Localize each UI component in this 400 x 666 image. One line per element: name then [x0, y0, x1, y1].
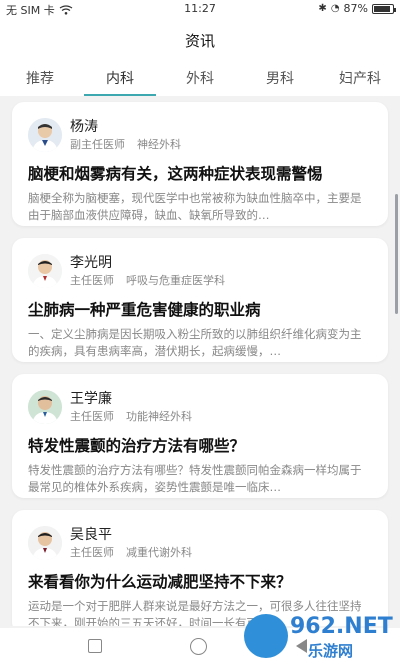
doctor-meta: 主任医师 功能神经外科 — [70, 408, 192, 424]
recent-apps-icon[interactable] — [88, 639, 102, 653]
tab-internal-medicine[interactable]: 内科 — [80, 60, 160, 96]
article-card[interactable]: 吴良平 主任医师 减重代谢外科 来看看你为什么运动减肥坚持不下来？ 运动是一个对… — [12, 510, 388, 626]
doctor-name: 李光明 — [70, 255, 112, 271]
doctor-title: 主任医师 — [70, 410, 114, 423]
avatar[interactable] — [28, 254, 62, 288]
article-summary: 一、定义尘肺病是因长期吸入粉尘所致的以肺组织纤维化病变为主的疾病，具有患病率高，… — [28, 327, 362, 358]
tab-obstetrics-gynecology[interactable]: 妇产科 — [320, 60, 400, 96]
article-title[interactable]: 脑梗和烟雾病有关，这两种症状表现需警惕 — [28, 162, 374, 184]
article-summary: 特发性震颤的治疗方法有哪些？特发性震颤同帕金森病一样均属于最常见的椎体外系疾病，… — [28, 463, 362, 494]
doctor-meta: 副主任医师 神经外科 — [70, 136, 181, 152]
app-header: 资讯 — [0, 18, 400, 60]
doctor-department: 呼吸与危重症医学科 — [126, 274, 225, 287]
battery-icon — [372, 3, 396, 14]
article-title[interactable]: 来看看你为什么运动减肥坚持不下来？ — [28, 570, 374, 592]
doctor-title: 副主任医师 — [70, 138, 125, 151]
article-card[interactable]: 杨涛 副主任医师 神经外科 脑梗和烟雾病有关，这两种症状表现需警惕 脑梗全称为脑… — [12, 102, 388, 226]
doctor-department: 功能神经外科 — [126, 410, 192, 423]
home-icon[interactable] — [190, 638, 207, 655]
status-bar: 无 SIM 卡 11:27 ✱ ◔ 87% — [0, 0, 400, 18]
alarm-icon: ◔ — [330, 3, 340, 14]
article-list: 杨涛 副主任医师 神经外科 脑梗和烟雾病有关，这两种症状表现需警惕 脑梗全称为脑… — [0, 96, 400, 626]
doctor-title: 主任医师 — [70, 546, 114, 559]
battery-percent: 87% — [343, 2, 368, 15]
tab-andrology[interactable]: 男科 — [240, 60, 320, 96]
doctor-department: 减重代谢外科 — [126, 546, 192, 559]
article-title[interactable]: 尘肺病一种严重危害健康的职业病 — [28, 298, 374, 320]
article-title[interactable]: 特发性震颤的治疗方法有哪些？ — [28, 434, 374, 456]
doctor-department: 神经外科 — [137, 138, 181, 151]
tab-surgery[interactable]: 外科 — [160, 60, 240, 96]
page-title: 资讯 — [184, 32, 215, 50]
article-summary: 脑梗全称为脑梗塞，现代医学中也常被称为缺血性脑卒中，主要是由于脑部血液供应障碍，… — [28, 191, 362, 222]
watermark-text: 962.NET — [290, 614, 393, 639]
article-card[interactable]: 李光明 主任医师 呼吸与危重症医学科 尘肺病一种严重危害健康的职业病 一、定义尘… — [12, 238, 388, 362]
bluetooth-icon: ✱ — [318, 3, 327, 14]
category-tabs: 推荐 内科 外科 男科 妇产科 — [0, 60, 400, 96]
battery-fill — [374, 5, 390, 12]
status-right: ✱ ◔ 87% — [318, 2, 396, 15]
avatar[interactable] — [28, 526, 62, 560]
scrollbar[interactable] — [395, 194, 398, 314]
doctor-meta: 主任医师 减重代谢外科 — [70, 544, 192, 560]
article-card[interactable]: 王学廉 主任医师 功能神经外科 特发性震颤的治疗方法有哪些？ 特发性震颤的治疗方… — [12, 374, 388, 498]
doctor-title: 主任医师 — [70, 274, 114, 287]
watermark-emblem — [244, 614, 288, 658]
watermark-subtext: 乐游网 — [308, 642, 354, 660]
tab-recommend[interactable]: 推荐 — [0, 60, 80, 96]
watermark-logo: 962.NET 乐游网 — [244, 610, 394, 662]
doctor-meta: 主任医师 呼吸与危重症医学科 — [70, 272, 225, 288]
doctor-name: 吴良平 — [70, 527, 112, 543]
doctor-name: 王学廉 — [70, 391, 112, 407]
avatar[interactable] — [28, 390, 62, 424]
doctor-name: 杨涛 — [70, 119, 98, 135]
avatar[interactable] — [28, 118, 62, 152]
